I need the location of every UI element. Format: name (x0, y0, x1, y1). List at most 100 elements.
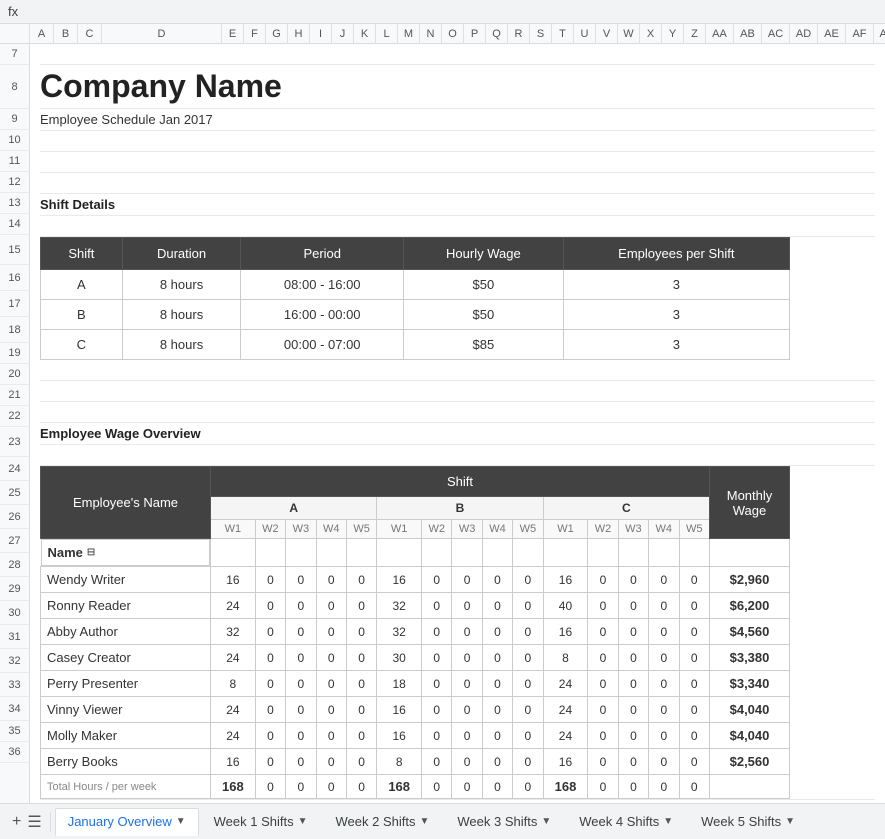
a-week-5: 0 (346, 723, 376, 749)
b-week-4: 0 (482, 645, 512, 671)
name-col-label: Name (48, 545, 83, 560)
a-week-5: 0 (346, 567, 376, 593)
b-week-3: 0 (452, 619, 482, 645)
row-10: 10 (0, 130, 30, 151)
row-7-content (40, 44, 875, 65)
row-23: 23 (0, 427, 30, 457)
b-week-1: 16 (377, 567, 422, 593)
b-week-1: 8 (377, 749, 422, 775)
shift-header: Shift (211, 467, 710, 497)
c-week-2: 0 (588, 723, 618, 749)
c-week-1: 24 (543, 697, 588, 723)
monthly-wage-header: Monthly Wage (710, 467, 790, 539)
row-14-content (40, 216, 875, 237)
row-27: 27 (0, 529, 30, 553)
employee-monthly-wage: $4,560 (710, 619, 790, 645)
fx-label: fx (8, 4, 18, 19)
a-week-3: 0 (286, 749, 316, 775)
b-week-5: 0 (513, 671, 543, 697)
add-sheet-icon[interactable]: + (12, 813, 21, 831)
b-week-2: 0 (422, 645, 452, 671)
employee-row: Abby Author320000320000160000$4,560 (41, 619, 790, 645)
b-week-2: 0 (422, 567, 452, 593)
b-week-2: 0 (422, 723, 452, 749)
total-b-2: 0 (422, 775, 452, 799)
c-week-1: 8 (543, 645, 588, 671)
row-9-content: Employee Schedule Jan 2017 (40, 109, 875, 131)
row-32: 32 (0, 649, 30, 673)
employees-col-header: Employees per Shift (563, 238, 789, 270)
col-f: F (244, 24, 266, 44)
tab-week1[interactable]: Week 1 Shifts ▼ (201, 808, 321, 836)
total-c-3: 0 (618, 775, 648, 799)
col-ac: AC (762, 24, 790, 44)
a-w5: W5 (346, 520, 376, 539)
c-week-2: 0 (588, 671, 618, 697)
a-week-5: 0 (346, 645, 376, 671)
row-11-content (40, 152, 875, 173)
c-week-4: 0 (649, 567, 679, 593)
wage-overview-label: Employee Wage Overview (40, 426, 201, 441)
row-24: 24 (0, 457, 30, 481)
tab-week1-label: Week 1 Shifts (214, 814, 294, 829)
row-15: 15 (0, 235, 30, 265)
shift-c-period: 00:00 - 07:00 (241, 330, 404, 360)
col-u: U (574, 24, 596, 44)
a-week-5: 0 (346, 593, 376, 619)
formula-bar: fx (0, 0, 885, 24)
sheet-content[interactable]: Company Name Employee Schedule Jan 2017 … (30, 44, 885, 803)
tab-week5[interactable]: Week 5 Shifts ▼ (688, 808, 808, 836)
c-week-1: 24 (543, 723, 588, 749)
employee-name: Molly Maker (41, 723, 211, 749)
filter-icon[interactable]: ⊟ (87, 547, 95, 558)
b-week-1: 16 (377, 697, 422, 723)
total-c-2: 0 (588, 775, 618, 799)
total-c-5: 0 (679, 775, 710, 799)
row-18: 18 (0, 317, 30, 343)
menu-icon[interactable]: ☰ (27, 812, 41, 832)
employee-name: Vinny Viewer (41, 697, 211, 723)
tab-january-overview[interactable]: January Overview ▼ (55, 808, 199, 836)
b-w5: W5 (513, 520, 543, 539)
b-week-3: 0 (452, 749, 482, 775)
row-14: 14 (0, 214, 30, 235)
totals-label: Total Hours / per week (41, 775, 211, 799)
c-w5: W5 (679, 520, 710, 539)
a-week-2: 0 (255, 645, 285, 671)
c-week-5: 0 (679, 567, 710, 593)
c-week-3: 0 (618, 671, 648, 697)
row-num-header (0, 24, 30, 44)
a-week-4: 0 (316, 567, 346, 593)
row-8-content: Company Name (40, 65, 875, 109)
c-week-2: 0 (588, 749, 618, 775)
col-aa: AA (706, 24, 734, 44)
a-week-5: 0 (346, 671, 376, 697)
col-b: B (54, 24, 78, 44)
total-a-4: 0 (316, 775, 346, 799)
tab-week2[interactable]: Week 2 Shifts ▼ (323, 808, 443, 836)
c-week-2: 0 (588, 567, 618, 593)
c-week-3: 0 (618, 593, 648, 619)
c-week-4: 0 (649, 645, 679, 671)
a-week-4: 0 (316, 671, 346, 697)
b-week-3: 0 (452, 671, 482, 697)
tab-week4-label: Week 4 Shifts (579, 814, 659, 829)
col-q: Q (486, 24, 508, 44)
b-week-3: 0 (452, 645, 482, 671)
tab-week3[interactable]: Week 3 Shifts ▼ (444, 808, 564, 836)
b-week-1: 30 (377, 645, 422, 671)
name-header-row: Name ⊟ (41, 539, 790, 567)
total-c-4: 0 (649, 775, 679, 799)
employee-row: Wendy Writer160000160000160000$2,960 (41, 567, 790, 593)
employee-name: Wendy Writer (41, 567, 211, 593)
period-col-header: Period (241, 238, 404, 270)
shift-c-subheader: C (543, 497, 709, 520)
c-week-1: 24 (543, 671, 588, 697)
c-week-2: 0 (588, 593, 618, 619)
col-e: E (222, 24, 244, 44)
a-week-4: 0 (316, 749, 346, 775)
tab-week4[interactable]: Week 4 Shifts ▼ (566, 808, 686, 836)
b-w1: W1 (377, 520, 422, 539)
b-week-4: 0 (482, 749, 512, 775)
employee-row: Casey Creator24000030000080000$3,380 (41, 645, 790, 671)
